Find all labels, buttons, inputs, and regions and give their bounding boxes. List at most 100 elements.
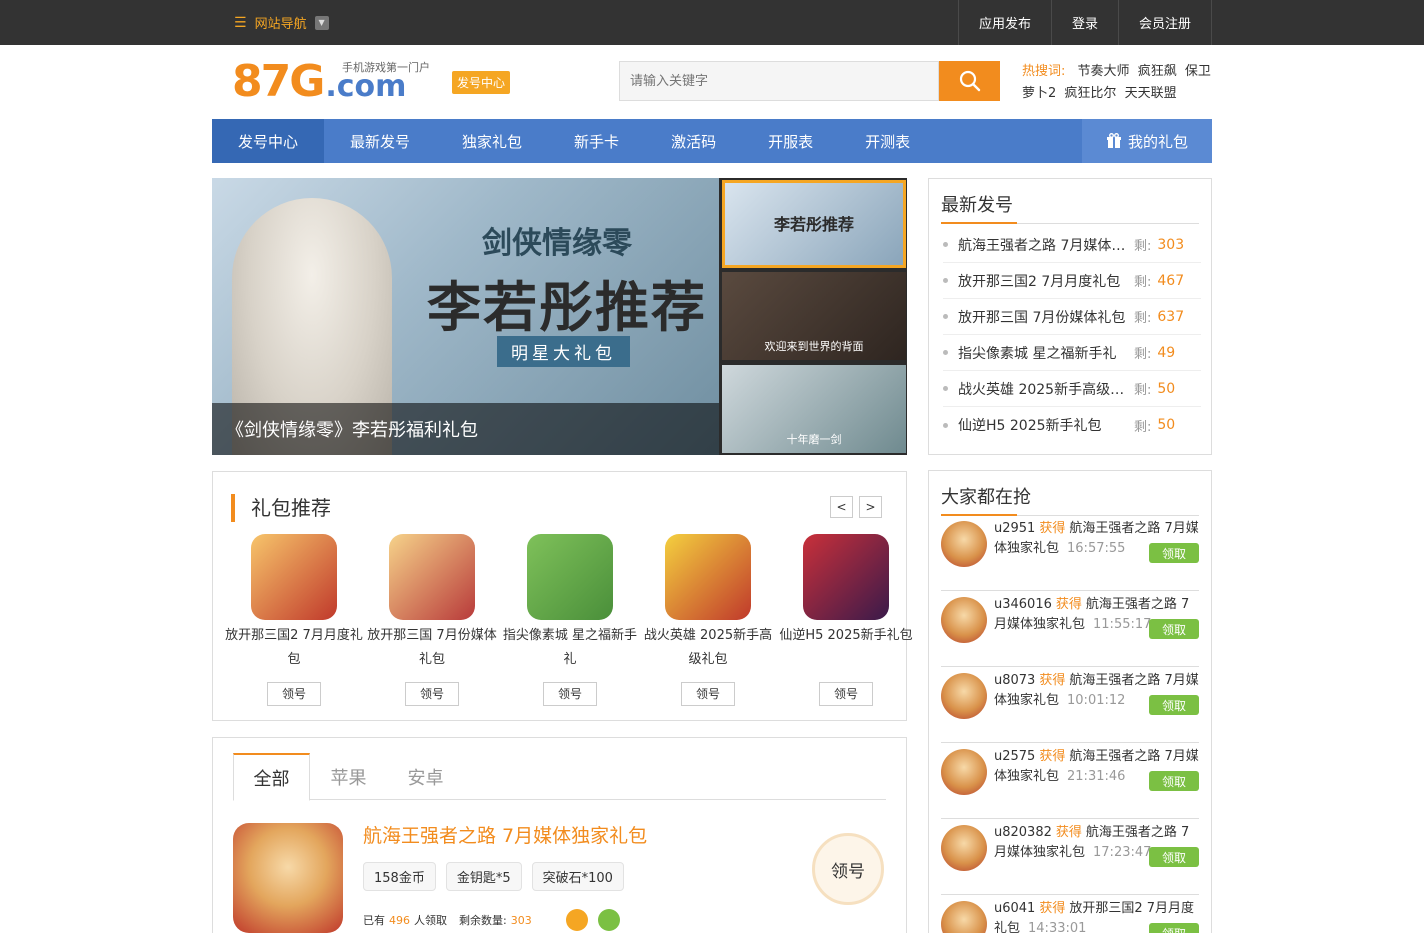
get-code-button[interactable]: 领号	[267, 682, 321, 706]
banner-thumb[interactable]: 李若彤推荐	[722, 180, 906, 268]
panel-title: 最新发号	[941, 195, 1013, 216]
hot-word[interactable]: 节奏大师	[1078, 64, 1130, 79]
list-item[interactable]: 放开那三国2 7月月度礼包 剩: 467	[943, 263, 1201, 299]
username: u346016	[994, 597, 1052, 612]
gift-name[interactable]: 战火英雄 2025新手高级礼包	[639, 624, 777, 672]
banner-thumb[interactable]: 十年磨一剑	[722, 365, 906, 453]
remaining-label: 剩:	[1134, 383, 1152, 398]
gift-list: 放开那三国2 7月月度礼包 领号 放开那三国 7月份媒体礼包 领号 指尖像素城 …	[225, 534, 915, 706]
tab-android[interactable]: 安卓	[387, 753, 464, 800]
search-button[interactable]	[939, 61, 1000, 101]
game-icon[interactable]	[803, 534, 889, 620]
get-code-button[interactable]: 领号	[543, 682, 597, 706]
remaining-label: 剩:	[1134, 311, 1152, 326]
gift-name[interactable]: 放开那三国2 7月月度礼包	[225, 624, 363, 672]
get-code-button[interactable]: 领号	[812, 833, 884, 905]
remaining-label: 剩余数量:	[459, 914, 507, 927]
avatar	[941, 673, 987, 719]
next-button[interactable]: >	[859, 496, 882, 518]
hot-word[interactable]: 天天联盟	[1125, 86, 1177, 101]
list-item: u6041获得放开那三国2 7月月度礼包14:33:01 领取	[941, 895, 1199, 933]
avatar	[941, 901, 987, 933]
action-label: 获得	[1039, 749, 1066, 764]
tab-all[interactable]: 全部	[233, 753, 310, 801]
tab-apple[interactable]: 苹果	[310, 753, 387, 800]
search-input[interactable]	[619, 61, 939, 101]
register-link[interactable]: 会员注册	[1117, 0, 1212, 45]
gift-name: 战火英雄 2025新手高级礼包	[958, 381, 1132, 398]
hot-word[interactable]: 疯狂飙	[1138, 64, 1177, 79]
get-code-button[interactable]: 领号	[819, 682, 873, 706]
claim-button[interactable]: 领取	[1149, 543, 1199, 563]
site-logo[interactable]: 87G .com 手机游戏第一门户	[232, 57, 430, 107]
game-icon[interactable]	[389, 534, 475, 620]
game-icon[interactable]	[527, 534, 613, 620]
timestamp: 14:33:01	[1028, 921, 1087, 933]
list-item[interactable]: 仙逆H5 2025新手礼包 剩: 50	[943, 407, 1201, 443]
nav-item-activation-code[interactable]: 激活码	[645, 119, 742, 163]
gift-name[interactable]: 指尖像素城 星之福新手礼	[501, 624, 639, 672]
banner-main-slide[interactable]: 剑侠情缘零 李若彤推荐 明星大礼包 《剑侠情缘零》李若彤福利礼包	[212, 178, 719, 455]
nav-item-test-schedule[interactable]: 开测表	[839, 119, 936, 163]
hot-word[interactable]: 疯狂比尔	[1064, 86, 1116, 101]
list-item[interactable]: 航海王强者之路 7月媒体独家礼包剩: 303	[943, 227, 1201, 263]
action-label: 获得	[1055, 825, 1082, 840]
latest-gifts-panel: 最新发号 航海王强者之路 7月媒体独家礼包剩: 303 放开那三国2 7月月度礼包…	[928, 178, 1212, 455]
gift-name[interactable]: 仙逆H5 2025新手礼包	[777, 624, 915, 672]
login-link[interactable]: 登录	[1050, 0, 1118, 45]
claim-button[interactable]: 领取	[1149, 923, 1199, 933]
claim-button[interactable]: 领取	[1149, 619, 1199, 639]
claim-button[interactable]: 领取	[1149, 695, 1199, 715]
get-code-button[interactable]: 领号	[681, 682, 735, 706]
gift-tag: 突破石*100	[531, 862, 624, 891]
claim-button[interactable]: 领取	[1149, 771, 1199, 791]
list-item: u346016 获得 航海王强者之路 7月媒体独家礼包 11:55:17 领取	[941, 591, 1199, 667]
remaining-count: 467	[1157, 272, 1185, 289]
hot-label: 热搜词:	[1022, 64, 1066, 79]
action-label: 获得	[1055, 597, 1082, 612]
gift-tag: 158金币	[363, 862, 436, 891]
nav-item-server-schedule[interactable]: 开服表	[742, 119, 839, 163]
my-gift-button[interactable]: 我的礼包	[1082, 119, 1212, 163]
banner-thumbnails: 李若彤推荐 欢迎来到世界的背面 十年磨一剑	[719, 178, 907, 455]
username: u6041	[994, 901, 1036, 916]
get-code-button[interactable]: 领号	[405, 682, 459, 706]
avatar	[941, 521, 987, 567]
nav-item-exclusive[interactable]: 独家礼包	[436, 119, 548, 163]
gift-title[interactable]: 航海王强者之路 7月媒体独家礼包	[363, 821, 647, 848]
list-item[interactable]: 战火英雄 2025新手高级礼包 剩: 50	[943, 371, 1201, 407]
game-icon[interactable]	[251, 534, 337, 620]
nav-item-latest[interactable]: 最新发号	[324, 119, 436, 163]
action-label: 获得	[1039, 521, 1066, 536]
banner-headline: 李若彤推荐	[427, 276, 707, 339]
app-publish-link[interactable]: 应用发布	[957, 0, 1051, 45]
logo-tagline: 手机游戏第一门户	[342, 61, 430, 74]
section-badge: 发号中心	[452, 71, 511, 94]
site-nav-menu[interactable]: ☰ 网站导航 ▼	[234, 13, 329, 32]
search-icon	[959, 70, 980, 92]
gift-icon	[1106, 133, 1121, 148]
gift-tag: 金钥匙*5	[445, 862, 522, 891]
action-label: 获得	[1039, 673, 1066, 688]
gift-card: 放开那三国 7月份媒体礼包 领号	[363, 534, 501, 706]
banner-thumb[interactable]: 欢迎来到世界的背面	[722, 272, 906, 360]
nav-item-newbie-card[interactable]: 新手卡	[548, 119, 645, 163]
gift-card: 放开那三国2 7月月度礼包 领号	[225, 534, 363, 706]
remaining-count: 303	[1157, 236, 1185, 253]
thumb-label: 十年磨一剑	[786, 433, 842, 446]
claim-button[interactable]: 领取	[1149, 847, 1199, 867]
avatar	[941, 597, 987, 643]
game-icon[interactable]	[233, 823, 343, 933]
list-item[interactable]: 放开那三国 7月份媒体礼包 剩: 637	[943, 299, 1201, 335]
username: u2951	[994, 521, 1036, 536]
gift-list-section: 全部 苹果 安卓 航海王强者之路 7月媒体独家礼包 158金币 金钥匙*5 突破…	[212, 737, 907, 933]
game-icon[interactable]	[665, 534, 751, 620]
gift-name[interactable]: 放开那三国 7月份媒体礼包	[363, 624, 501, 672]
thumb-label: 李若彤推荐	[773, 215, 854, 234]
meta-text: 已有	[363, 914, 385, 927]
remaining-label: 剩:	[1134, 239, 1152, 254]
list-item[interactable]: 指尖像素城 星之福新手礼 剩: 49	[943, 335, 1201, 371]
meta-text: 人领取	[414, 914, 447, 927]
prev-button[interactable]: <	[830, 496, 853, 518]
nav-item-gift-center[interactable]: 发号中心	[212, 119, 325, 163]
